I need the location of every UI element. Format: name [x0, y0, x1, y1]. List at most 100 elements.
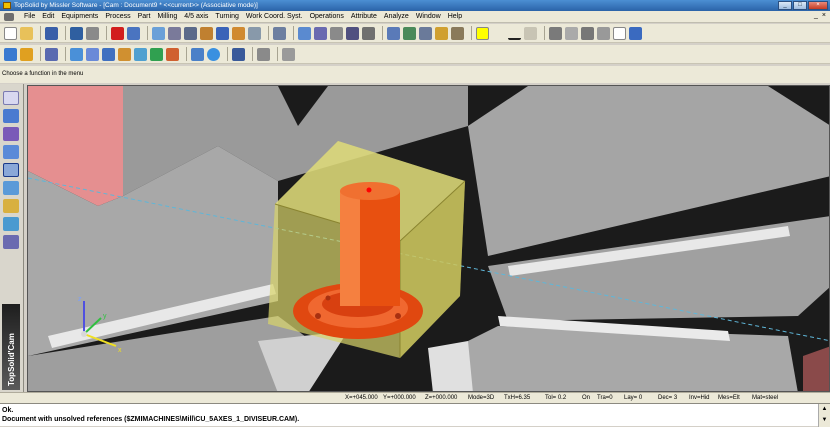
surface-icon[interactable] — [134, 47, 147, 61]
brush-icon[interactable] — [216, 26, 229, 40]
menu-analyze[interactable]: Analyze — [384, 13, 409, 20]
menu-work-coord-syst[interactable]: Work Coord. Syst. — [246, 13, 303, 20]
open-folder-icon[interactable] — [20, 26, 33, 40]
status-on[interactable]: On — [582, 395, 590, 401]
report-icon[interactable] — [257, 47, 270, 61]
status-inv[interactable]: Inv=Hid — [689, 395, 710, 401]
menu-help[interactable]: Help — [448, 13, 462, 20]
orient-icon[interactable] — [451, 26, 464, 40]
attribute-icon[interactable] — [168, 26, 181, 40]
tool-icon[interactable] — [200, 26, 213, 40]
palette-icon[interactable] — [232, 26, 245, 40]
layers-icon[interactable] — [184, 26, 197, 40]
user-icon[interactable] — [3, 235, 19, 249]
status-bar: X=+045.000 Y=+000.000 Z=+000.000 Mode=3D… — [0, 392, 830, 403]
punch-icon[interactable] — [3, 217, 19, 231]
grid-icon[interactable] — [330, 26, 343, 40]
maximize-button[interactable]: □ — [793, 1, 807, 10]
status-mode[interactable]: Mode=3D — [468, 395, 494, 401]
setup-icon[interactable] — [20, 47, 33, 61]
cam-toolbar — [0, 45, 830, 64]
machine-icon[interactable] — [4, 47, 17, 61]
axis-z-label: z — [78, 296, 82, 303]
status-mes[interactable]: Mes=Elt — [718, 395, 740, 401]
output-line-2: Document with unsolved references ($ZMIM… — [2, 416, 300, 423]
curve-icon[interactable] — [346, 26, 359, 40]
hatch-icon[interactable] — [524, 26, 537, 40]
target-icon[interactable] — [207, 47, 220, 61]
color-yellow-icon[interactable] — [476, 26, 489, 40]
transform-icon[interactable] — [314, 26, 327, 40]
shape-icon[interactable] — [3, 127, 19, 141]
menu-part[interactable]: Part — [138, 13, 151, 20]
status-lay[interactable]: Lay= 0 — [624, 395, 642, 401]
plugin-icon[interactable] — [629, 26, 642, 40]
menu-file[interactable]: File — [24, 13, 35, 20]
point-style-icon[interactable] — [492, 26, 505, 40]
menu-turning[interactable]: Turning — [215, 13, 238, 20]
pencil-icon[interactable] — [3, 91, 19, 105]
menu-edit[interactable]: Edit — [42, 13, 54, 20]
menu-operations[interactable]: Operations — [310, 13, 344, 20]
cam-mode-icon[interactable] — [3, 163, 19, 177]
mdi-close-button[interactable]: × — [822, 12, 826, 19]
menu-equipments[interactable]: Equipments — [61, 13, 98, 20]
finish-icon[interactable] — [150, 47, 163, 61]
prompt-line: Choose a function in the menu — [0, 66, 830, 83]
document-icon[interactable] — [613, 26, 626, 40]
zoom-fit-icon[interactable] — [403, 26, 416, 40]
rough-icon[interactable] — [166, 47, 179, 61]
render-icon[interactable] — [435, 26, 448, 40]
hidden-icon[interactable] — [597, 26, 610, 40]
axis-x-label: x — [118, 347, 122, 354]
wireframe-icon[interactable] — [565, 26, 578, 40]
info-icon[interactable] — [70, 26, 83, 40]
zoom-icon[interactable] — [387, 26, 400, 40]
simulate-icon[interactable] — [191, 47, 204, 61]
status-mat[interactable]: Mat=steel — [752, 395, 778, 401]
menu-attribute[interactable]: Attribute — [351, 13, 377, 20]
print-icon[interactable] — [86, 26, 99, 40]
menu-window[interactable]: Window — [416, 13, 441, 20]
face-icon[interactable] — [118, 47, 131, 61]
color-gray-icon[interactable] — [549, 26, 562, 40]
menu-milling[interactable]: Milling — [157, 13, 177, 20]
3d-viewport[interactable]: z x y — [27, 85, 830, 392]
menu-process[interactable]: Process — [105, 13, 130, 20]
copy-icon[interactable] — [152, 26, 165, 40]
status-dec[interactable]: Dec= 3 — [658, 395, 677, 401]
drafting-icon[interactable] — [3, 181, 19, 195]
app-menu-icon[interactable] — [4, 12, 14, 21]
drill-icon[interactable] — [102, 47, 115, 61]
line-style-icon[interactable] — [508, 26, 521, 40]
pick-icon[interactable] — [273, 26, 286, 40]
toolpath-icon[interactable] — [232, 47, 245, 61]
solid-icon[interactable] — [3, 109, 19, 123]
undo-icon[interactable] — [127, 26, 140, 40]
status-tol[interactable]: Tol= 0.2 — [545, 395, 566, 401]
filter-icon[interactable] — [362, 26, 375, 40]
scene-svg: z x y — [28, 86, 829, 391]
new-document-icon[interactable] — [4, 26, 17, 40]
output-scrollbar[interactable]: ▲ ▼ — [818, 404, 830, 427]
assembly-icon[interactable] — [3, 145, 19, 159]
menu-45-axis[interactable]: 4/5 axis — [184, 13, 208, 20]
minimize-button[interactable]: _ — [778, 1, 792, 10]
contour-icon[interactable] — [86, 47, 99, 61]
app-icon — [3, 2, 11, 9]
clock-icon[interactable] — [248, 26, 261, 40]
status-tra[interactable]: Tra=0 — [597, 395, 613, 401]
move-icon[interactable] — [298, 26, 311, 40]
mold-icon[interactable] — [3, 199, 19, 213]
sidebar-toolbar: TopSolid'Cam — [0, 84, 24, 392]
shaded-icon[interactable] — [581, 26, 594, 40]
close-button[interactable]: × — [808, 1, 828, 10]
stock-icon[interactable] — [45, 47, 58, 61]
view-icon[interactable] — [419, 26, 432, 40]
delete-icon[interactable] — [111, 26, 124, 40]
document-setup-icon[interactable] — [282, 47, 295, 61]
mdi-minimize-button[interactable]: _ — [814, 12, 818, 19]
save-icon[interactable] — [45, 26, 58, 40]
pocket-icon[interactable] — [70, 47, 83, 61]
status-txh[interactable]: TxH=6.35 — [504, 395, 530, 401]
